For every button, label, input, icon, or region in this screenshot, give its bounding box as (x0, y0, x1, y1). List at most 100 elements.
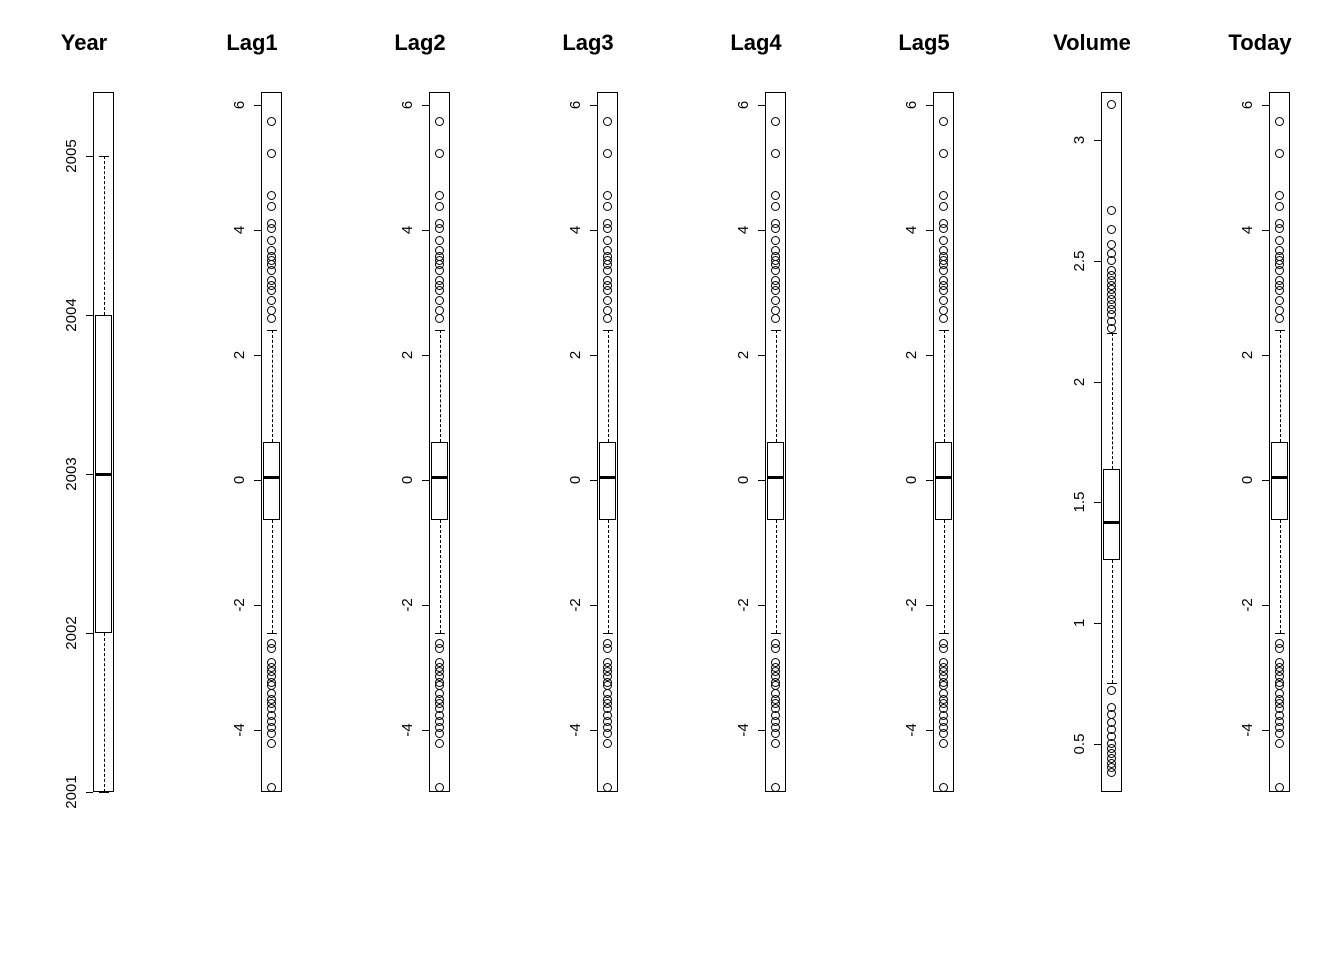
chart-stage: Year20012002200320042005Lag1-4-20246Lag2… (0, 0, 1344, 960)
axis-tick-mark (1262, 355, 1269, 356)
axis-tick-mark (1262, 730, 1269, 731)
axis-tick-mark (590, 230, 597, 231)
axis-tick-label: -4 (1239, 708, 1255, 752)
axis-tick-label: -2 (231, 583, 247, 627)
boxplot-box (599, 442, 616, 520)
axis-tick-label: 4 (735, 208, 751, 252)
axis-tick-label: -2 (903, 583, 919, 627)
boxplot-upper-whisker (944, 330, 945, 443)
axis-tick-mark (926, 730, 933, 731)
boxplot-outlier (1107, 225, 1116, 234)
axis-tick-label: -2 (399, 583, 415, 627)
boxplot-lower-whisker (608, 520, 609, 633)
boxplot-outlier (603, 783, 612, 792)
axis-tick-mark (926, 230, 933, 231)
boxplot-outlier (771, 783, 780, 792)
boxplot-outlier (1275, 191, 1284, 200)
boxplot-upper-whisker (440, 330, 441, 443)
boxplot-outlier (435, 191, 444, 200)
axis-tick-mark (86, 474, 93, 475)
boxplot-median (263, 476, 280, 479)
axis-tick-label: 0 (399, 458, 415, 502)
boxplot-median (95, 473, 112, 476)
axis-tick-mark (590, 105, 597, 106)
axis-tick-mark (254, 480, 261, 481)
axis-tick-label: 0 (231, 458, 247, 502)
boxplot-outlier (1275, 117, 1284, 126)
axis-tick-label: 6 (735, 83, 751, 127)
axis-tick-label: 2 (567, 333, 583, 377)
panel-title: Lag1 (168, 30, 336, 56)
boxplot-outlier (1275, 296, 1284, 305)
axis-tick-mark (758, 480, 765, 481)
boxplot-outlier (1107, 240, 1116, 249)
axis-tick-mark (86, 633, 93, 634)
boxplot-panel: Lag1-4-20246 (168, 30, 336, 870)
boxplot-median (599, 476, 616, 479)
boxplot-whisker-cap (939, 330, 949, 331)
panel-title: Lag3 (504, 30, 672, 56)
axis-tick-label: 4 (903, 208, 919, 252)
boxplot-outlier (267, 202, 276, 211)
boxplot-outlier (267, 783, 276, 792)
boxplot-outlier (435, 739, 444, 748)
axis-tick-mark (926, 480, 933, 481)
axis-tick-label: 2 (1071, 360, 1087, 404)
axis-tick-label: 0 (567, 458, 583, 502)
panel-title: Year (0, 30, 168, 56)
boxplot-lower-whisker (776, 520, 777, 633)
boxplot-outlier (267, 117, 276, 126)
axis-tick-mark (758, 730, 765, 731)
axis-tick-label: -4 (735, 708, 751, 752)
axis-tick-label: 6 (231, 83, 247, 127)
axis-tick-label: -4 (231, 708, 247, 752)
axis-tick-label: 6 (1239, 83, 1255, 127)
boxplot-whisker-cap (603, 330, 613, 331)
boxplot-outlier (771, 191, 780, 200)
boxplot-outlier (939, 117, 948, 126)
boxplot-outlier (435, 266, 444, 275)
boxplot-whisker-cap (99, 156, 109, 157)
boxplot-upper-whisker (1280, 330, 1281, 443)
boxplot-median (1271, 476, 1288, 479)
boxplot-outlier (1107, 324, 1116, 333)
boxplot-outlier (771, 739, 780, 748)
axis-tick-mark (590, 605, 597, 606)
boxplot-outlier (267, 266, 276, 275)
axis-tick-label: -2 (567, 583, 583, 627)
axis-tick-mark (422, 730, 429, 731)
panel-title: Lag4 (672, 30, 840, 56)
boxplot-box (1103, 469, 1120, 561)
axis-tick-mark (590, 355, 597, 356)
axis-tick-label: -4 (903, 708, 919, 752)
axis-tick-mark (926, 105, 933, 106)
axis-tick-mark (1094, 261, 1101, 262)
panel-title: Volume (1008, 30, 1176, 56)
boxplot-outlier (1107, 100, 1116, 109)
boxplot-outlier (939, 191, 948, 200)
boxplot-outlier (435, 117, 444, 126)
axis-tick-mark (1094, 382, 1101, 383)
boxplot-upper-whisker (104, 156, 105, 315)
boxplot-outlier (1275, 266, 1284, 275)
boxplot-outlier (1107, 206, 1116, 215)
axis-tick-mark (1094, 744, 1101, 745)
axis-tick-mark (254, 355, 261, 356)
boxplot-upper-whisker (608, 330, 609, 443)
boxplot-whisker-cap (603, 633, 613, 634)
boxplot-whisker-cap (771, 330, 781, 331)
boxplot-median (431, 476, 448, 479)
boxplot-median (935, 476, 952, 479)
boxplot-whisker-cap (267, 330, 277, 331)
boxplot-lower-whisker (1112, 560, 1113, 683)
boxplot-median (1103, 521, 1120, 524)
boxplot-whisker-cap (1107, 683, 1117, 684)
axis-tick-label: 0.5 (1071, 722, 1087, 766)
boxplot-outlier (603, 266, 612, 275)
axis-tick-label: -2 (1239, 583, 1255, 627)
boxplot-panel: Lag3-4-20246 (504, 30, 672, 870)
boxplot-whisker-cap (1275, 330, 1285, 331)
axis-tick-label: 4 (567, 208, 583, 252)
boxplot-whisker-cap (435, 330, 445, 331)
axis-tick-label: 4 (1239, 208, 1255, 252)
